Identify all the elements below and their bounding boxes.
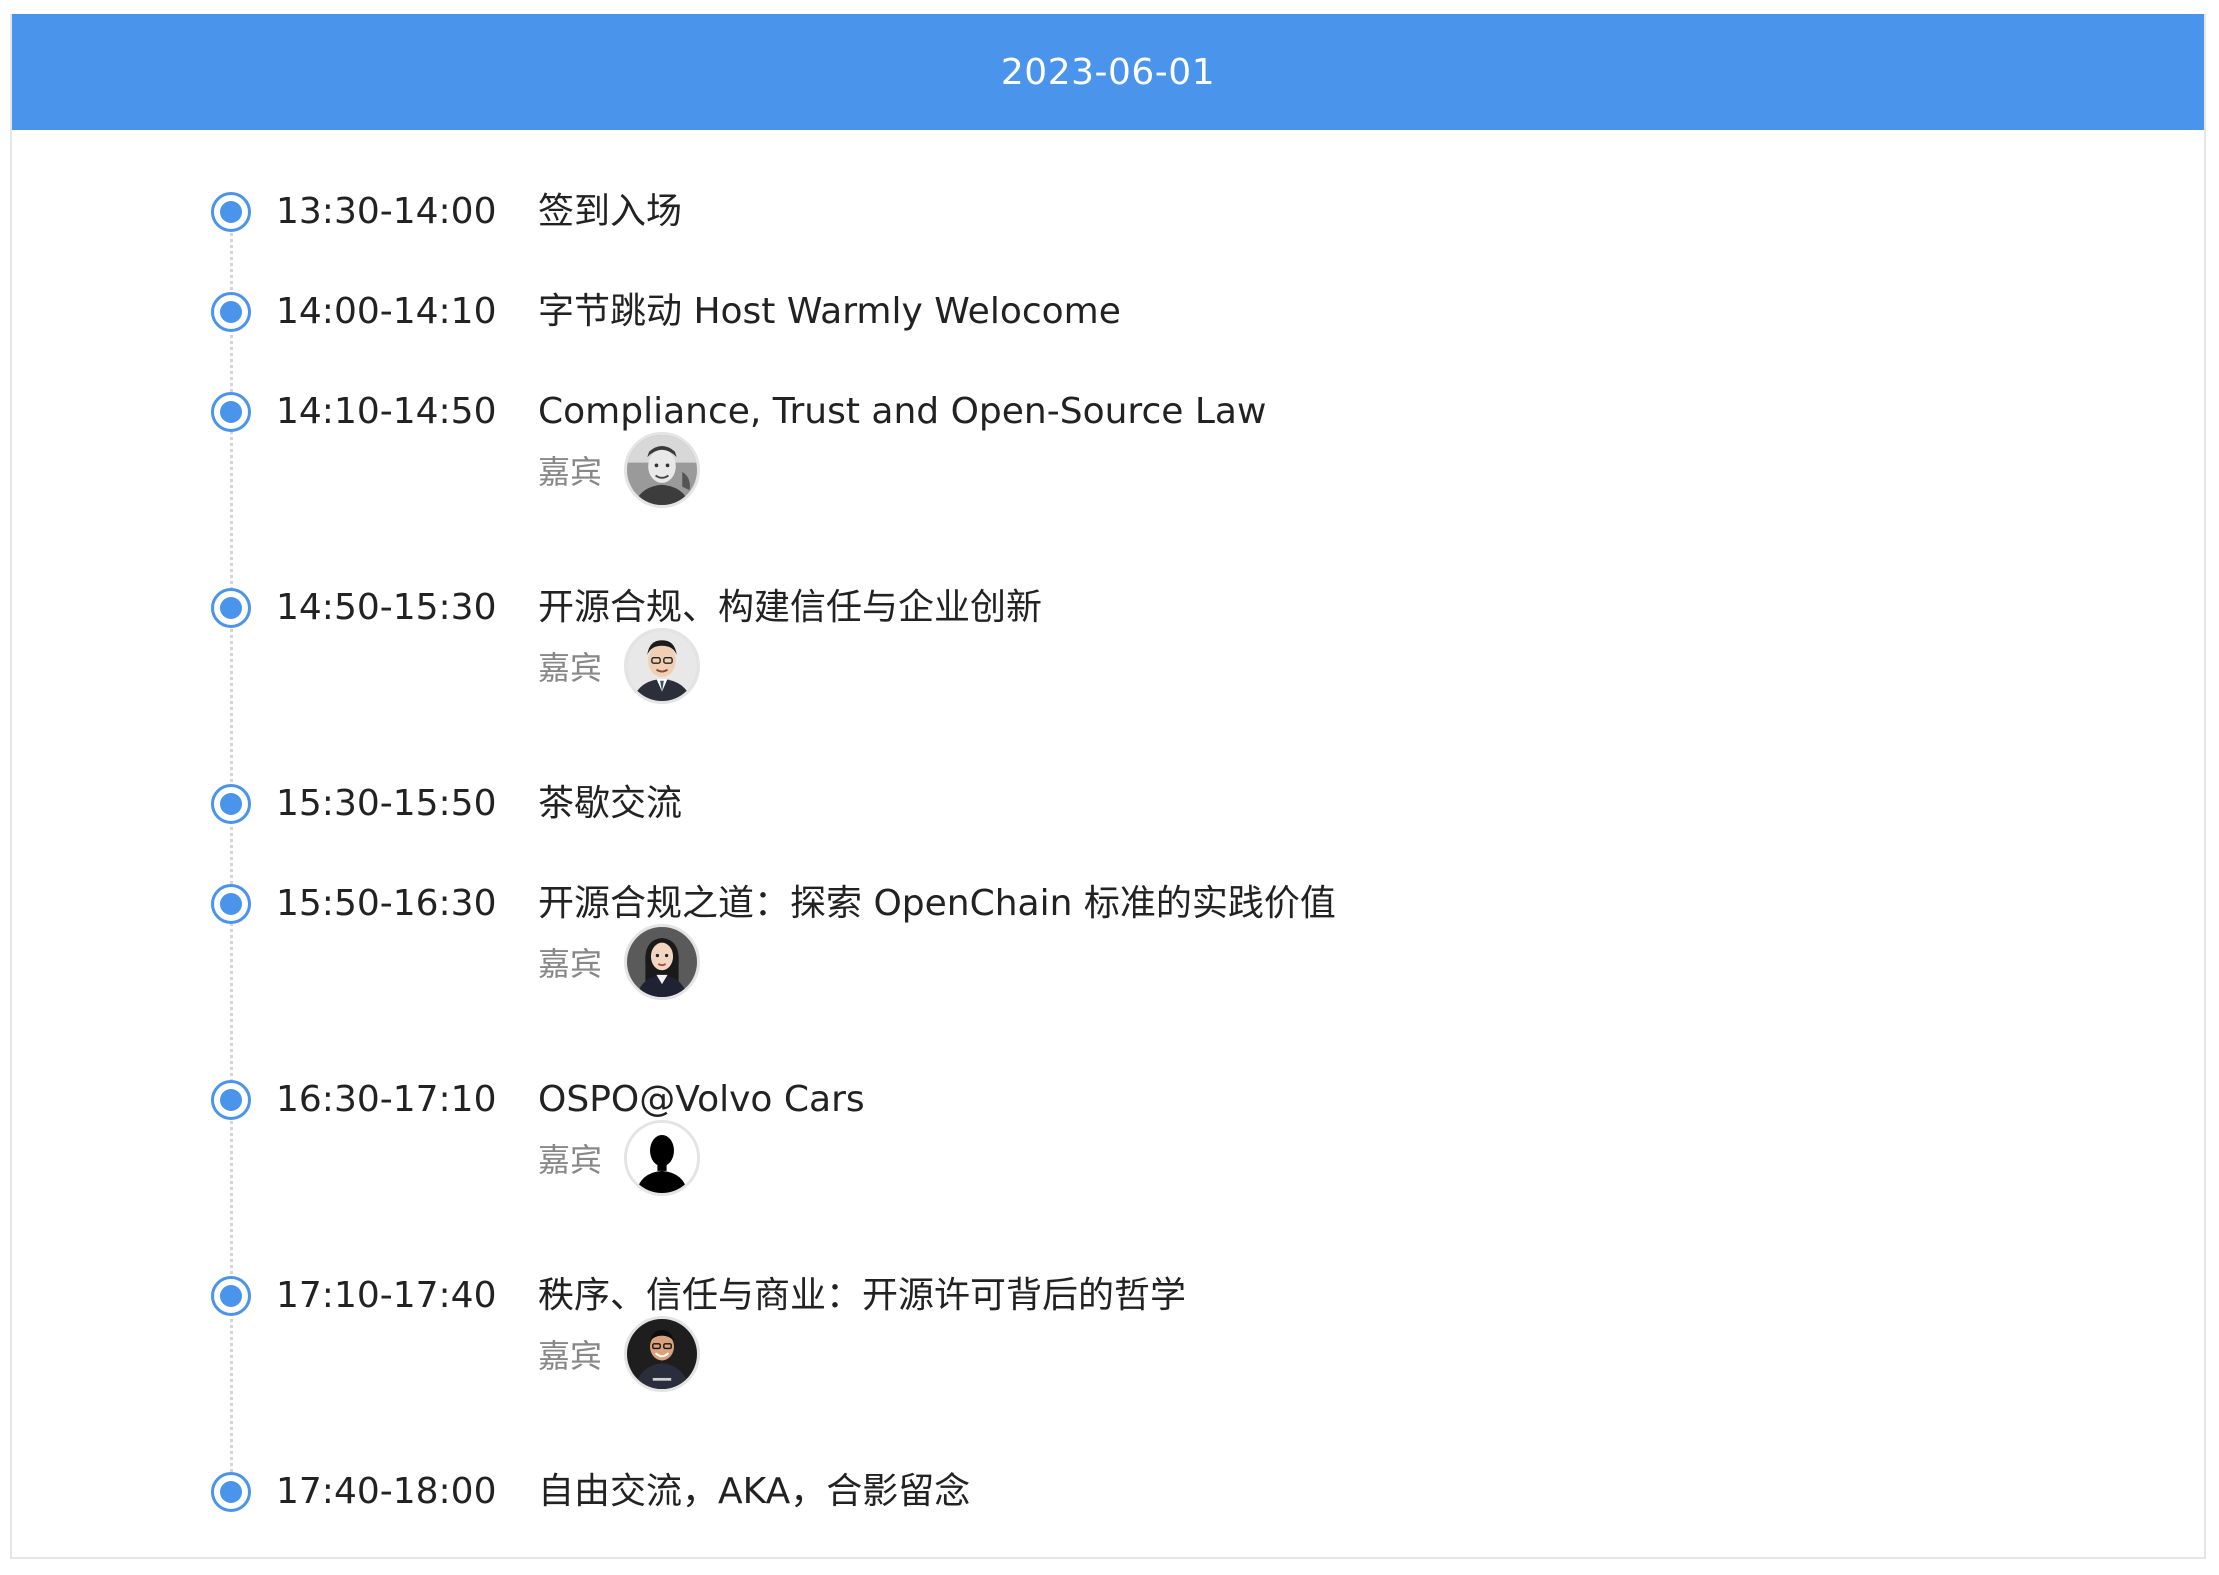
avatar-3 bbox=[627, 927, 697, 997]
timeline-dot-icon bbox=[211, 192, 251, 232]
date-header-label: 2023-06-01 bbox=[1000, 51, 1216, 93]
speaker-avatar[interactable] bbox=[624, 924, 700, 1000]
agenda-title: Compliance, Trust and Open-Source Law bbox=[538, 391, 1267, 432]
agenda-title: 签到入场 bbox=[538, 191, 683, 232]
agenda-time: 14:10-14:50 bbox=[276, 391, 497, 432]
timeline-dot-icon bbox=[211, 588, 251, 628]
agenda-time: 15:50-16:30 bbox=[276, 883, 497, 924]
timeline-dot-icon bbox=[211, 884, 251, 924]
timeline-dot-icon bbox=[211, 1080, 251, 1120]
agenda-time: 13:30-14:00 bbox=[276, 191, 497, 232]
agenda-time: 14:50-15:30 bbox=[276, 587, 497, 628]
agenda-time: 16:30-17:10 bbox=[276, 1079, 497, 1120]
speaker-avatar[interactable] bbox=[624, 628, 700, 704]
agenda-panel: 2023-06-01 13:30-14:00 签到入场 14:00-14:10 … bbox=[10, 14, 2206, 1559]
speaker-label: 嘉宾 bbox=[538, 945, 603, 983]
timeline-dot-icon bbox=[211, 1276, 251, 1316]
agenda-title: 开源合规之道：探索 OpenChain 标准的实践价值 bbox=[538, 883, 1336, 924]
agenda-title: OSPO@Volvo Cars bbox=[538, 1079, 865, 1120]
avatar-5 bbox=[627, 1319, 697, 1389]
timeline-dot-icon bbox=[211, 1472, 251, 1512]
speaker-label: 嘉宾 bbox=[538, 649, 603, 687]
timeline-dot-icon bbox=[211, 392, 251, 432]
speaker-label: 嘉宾 bbox=[538, 453, 603, 491]
agenda-title: 自由交流，AKA，合影留念 bbox=[538, 1471, 971, 1512]
agenda-time: 17:10-17:40 bbox=[276, 1275, 497, 1316]
speaker-avatar[interactable] bbox=[624, 1120, 700, 1196]
agenda-time: 17:40-18:00 bbox=[276, 1471, 497, 1512]
date-header[interactable]: 2023-06-01 bbox=[12, 14, 2204, 130]
agenda-title: 字节跳动 Host Warmly Welocome bbox=[538, 291, 1121, 332]
silhouette-avatar bbox=[627, 1123, 697, 1193]
agenda-time: 14:00-14:10 bbox=[276, 291, 497, 332]
speaker-label: 嘉宾 bbox=[538, 1337, 603, 1375]
agenda-title: 开源合规、构建信任与企业创新 bbox=[538, 587, 1043, 628]
avatar-1 bbox=[627, 435, 697, 505]
agenda-title: 茶歇交流 bbox=[538, 783, 683, 824]
avatar-2 bbox=[627, 631, 697, 701]
speaker-avatar[interactable] bbox=[624, 1316, 700, 1392]
speaker-label: 嘉宾 bbox=[538, 1141, 603, 1179]
timeline-dot-icon bbox=[211, 784, 251, 824]
speaker-avatar[interactable] bbox=[624, 432, 700, 508]
agenda-timeline: 13:30-14:00 签到入场 14:00-14:10 字节跳动 Host W… bbox=[12, 130, 2204, 1557]
timeline-dot-icon bbox=[211, 292, 251, 332]
agenda-title: 秩序、信任与商业：开源许可背后的哲学 bbox=[538, 1275, 1187, 1316]
agenda-time: 15:30-15:50 bbox=[276, 783, 497, 824]
